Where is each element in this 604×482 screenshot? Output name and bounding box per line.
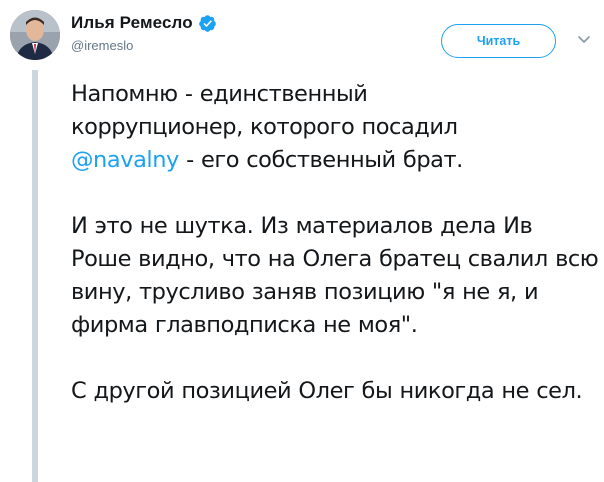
tweet-line: - его собственный брат. [178, 147, 463, 173]
user-handle[interactable]: @iremeslo [71, 38, 217, 53]
display-name[interactable]: Илья Ремесло [71, 13, 193, 33]
verified-badge-icon [198, 14, 216, 32]
name-row: Илья Ремесло [71, 12, 217, 34]
thread-line [32, 70, 38, 482]
tweet-paragraph: И это не шутка. Из материалов дела Ив Ро… [71, 213, 599, 338]
mention-link[interactable]: @navalny [71, 147, 179, 173]
follow-button[interactable]: Читать [441, 24, 556, 58]
tweet-paragraph: Напомню - единственный коррупционер, кот… [71, 78, 599, 177]
tweet-line: Напомню - единственный [71, 81, 368, 107]
tweet-line: коррупционер, которого посадил [71, 114, 458, 140]
chevron-down-icon[interactable] [576, 31, 592, 47]
avatar-image [10, 10, 60, 60]
tweet-paragraph: С другой позицией Олег бы никогда не сел… [71, 378, 583, 404]
avatar[interactable] [10, 10, 60, 60]
author-block: Илья Ремесло @iremeslo [71, 12, 217, 53]
tweet-text: Напомню - единственный коррупционер, кот… [71, 78, 599, 408]
